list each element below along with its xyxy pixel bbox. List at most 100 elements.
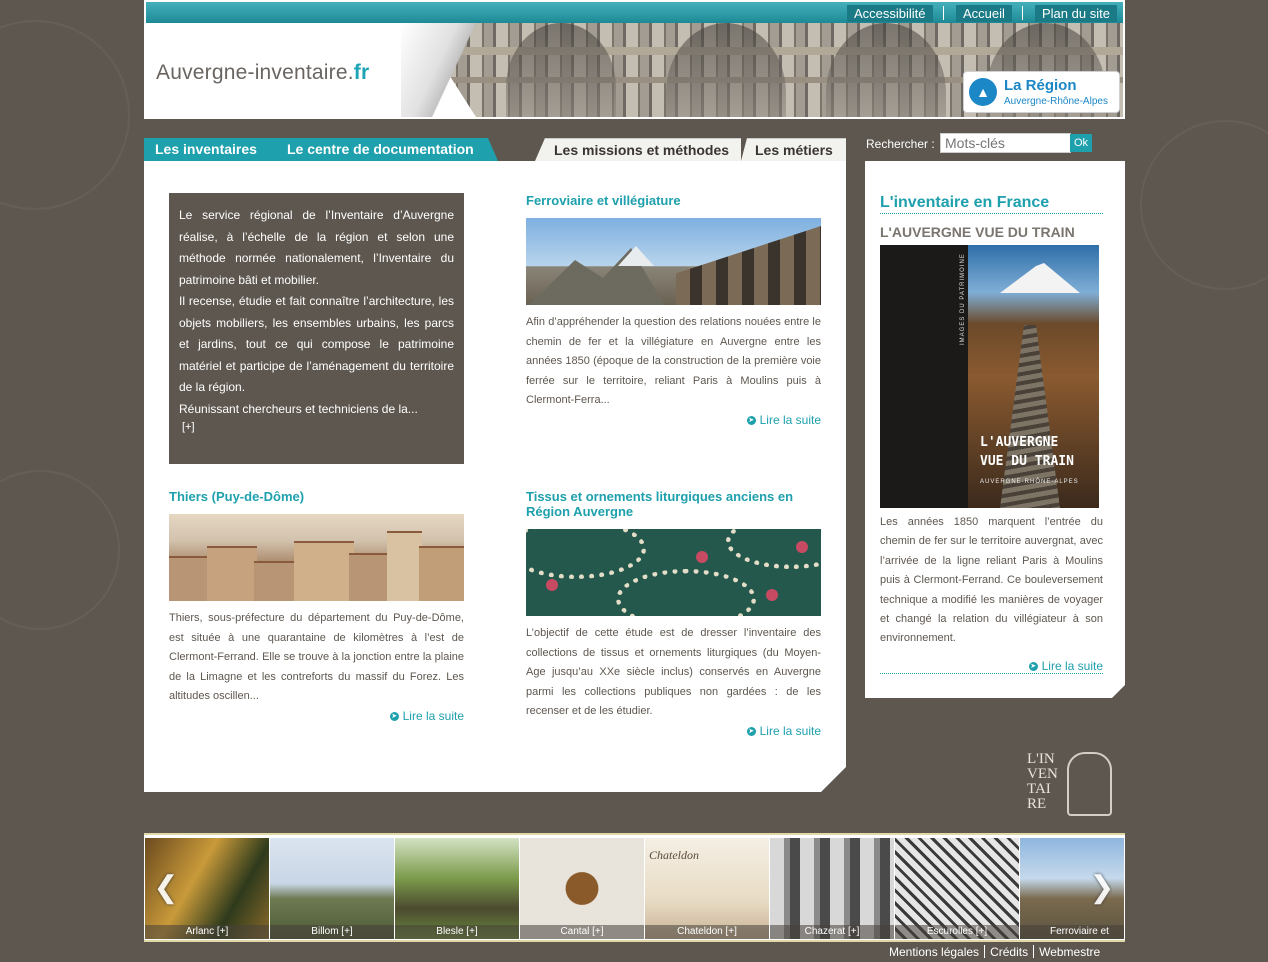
search-input[interactable]: [940, 133, 1071, 153]
carousel-caption: Escurolles [+]: [895, 925, 1019, 939]
image-snow: [618, 246, 654, 266]
article-image[interactable]: [526, 218, 821, 305]
arrow-right-icon: ➤: [389, 711, 399, 721]
carousel-image: [770, 838, 894, 939]
mountain-icon: ▲: [969, 78, 997, 106]
main-content: Le service régional de l’Inventaire d’Au…: [144, 161, 846, 792]
article-title[interactable]: Tissus et ornements liturgiques anciens …: [526, 489, 821, 519]
read-more-label: Lire la suite: [1041, 659, 1103, 673]
carousel-image: [270, 838, 394, 939]
image-building: [294, 541, 354, 601]
carousel-image-script: Chateldon: [649, 848, 699, 862]
search-label: Rechercher :: [866, 137, 935, 151]
article-summary: Thiers, sous-préfecture du département d…: [169, 612, 464, 702]
accessibility-link[interactable]: Accessibilité: [847, 5, 933, 22]
background-ornament: [1140, 120, 1268, 290]
carousel-item[interactable]: Chazerat [+]: [770, 838, 894, 939]
banner-arch: [826, 23, 946, 117]
carousel-strip: Arlanc [+] Billom [+] Blesle [+] Cantal …: [145, 838, 1124, 939]
banner-arch: [506, 23, 616, 117]
webmaster-link[interactable]: Webmestre: [1039, 945, 1100, 959]
article-thiers: Thiers (Puy-de-Dôme) Thiers, sous-préfec…: [169, 489, 464, 723]
footer-separator: [984, 945, 986, 958]
carousel-caption: Chazerat [+]: [770, 925, 894, 939]
region-logo-title: La Région: [1004, 77, 1077, 94]
footer-links: Mentions légales Crédits Webmestre: [889, 945, 1100, 959]
book-cover-image[interactable]: IMAGES DU PATRIMOINE L'AUVERGNE VUE DU T…: [880, 245, 1099, 508]
cover-title-line: VUE DU TRAIN: [980, 454, 1074, 469]
read-more-link[interactable]: ➤ Lire la suite: [169, 709, 464, 723]
emblem-figure: [1067, 752, 1112, 816]
carousel-caption: Chateldon [+]: [645, 925, 769, 939]
carousel-item[interactable]: Chateldon Chateldon [+]: [645, 838, 769, 939]
home-link[interactable]: Accueil: [956, 5, 1012, 22]
intro-more-link[interactable]: [+]: [179, 420, 454, 434]
banner-arch: [666, 23, 786, 117]
image-rose: [796, 541, 808, 553]
image-building: [254, 561, 299, 601]
image-rose: [546, 579, 558, 591]
read-more-link[interactable]: ➤ Lire la suite: [526, 724, 821, 738]
intro-paragraph: Réunissant chercheurs et techniciens de …: [179, 401, 418, 416]
background-ornament: [0, 20, 130, 210]
intro-paragraph: Il recense, étudie et fait connaître l’a…: [179, 294, 454, 394]
sitemap-link[interactable]: Plan du site: [1035, 5, 1117, 22]
carousel-image: [895, 838, 1019, 939]
top-bar: Accessibilité Accueil Plan du site: [146, 2, 1123, 23]
image-lace: [526, 529, 646, 579]
carousel-item[interactable]: Blesle [+]: [395, 838, 519, 939]
article-tissus: Tissus et ornements liturgiques anciens …: [526, 489, 821, 738]
image-building: [349, 553, 389, 601]
article-ferroviaire: Ferroviaire et villégiature Afin d’appré…: [526, 193, 821, 427]
cover-series-text: IMAGES DU PATRIMOINE: [960, 253, 966, 345]
sidebar: L'inventaire en France L'AUVERGNE VUE DU…: [865, 161, 1125, 698]
image-viaduct: [676, 226, 821, 305]
logo-page-curl: [401, 23, 481, 117]
carousel-next-icon[interactable]: ❯: [1087, 873, 1117, 903]
tab-metiers[interactable]: Les métiers: [741, 138, 846, 161]
arrow-right-icon: ➤: [746, 726, 756, 736]
arrow-right-icon: ➤: [746, 415, 756, 425]
image-rose: [766, 589, 778, 601]
search-button[interactable]: Ok: [1070, 134, 1092, 152]
read-more-link[interactable]: ➤ Lire la suite: [880, 659, 1103, 673]
site-logo-main: Auvergne-inventaire.: [156, 61, 354, 84]
carousel-image: [395, 838, 519, 939]
image-building: [387, 531, 422, 601]
carousel-caption: Blesle [+]: [395, 925, 519, 939]
legal-notice-link[interactable]: Mentions légales: [889, 945, 979, 959]
tab-missions-methodes[interactable]: Les missions et méthodes: [535, 138, 741, 161]
carousel-item[interactable]: Cantal [+]: [520, 838, 644, 939]
cover-subtitle: AUVERGNE-RHÔNE-ALPES: [980, 479, 1079, 485]
region-logo[interactable]: ▲ La Région Auvergne-Rhône-Alpes: [963, 71, 1120, 113]
credits-link[interactable]: Crédits: [990, 945, 1028, 959]
carousel-item[interactable]: Billom [+]: [270, 838, 394, 939]
image-rose: [696, 551, 708, 563]
header-banner-image: Auvergne-inventaire.fr ▲ La Région Auver…: [146, 23, 1123, 117]
carousel-item[interactable]: Escurolles [+]: [895, 838, 1019, 939]
carousel-image: [520, 838, 644, 939]
read-more-link[interactable]: ➤ Lire la suite: [526, 413, 821, 427]
article-title[interactable]: Thiers (Puy-de-Dôme): [169, 489, 464, 504]
sidebar-text: Les années 1850 marquent l’entrée du che…: [880, 516, 1103, 645]
footer-separator: [1033, 945, 1035, 958]
image-building: [207, 546, 257, 601]
article-image[interactable]: [169, 514, 464, 601]
tab-inventaires[interactable]: Les inventaires: [144, 138, 276, 161]
read-more-label: Lire la suite: [402, 708, 464, 723]
carousel-prev-icon[interactable]: ❮: [151, 873, 181, 903]
article-title[interactable]: Ferroviaire et villégiature: [526, 193, 821, 208]
arrow-right-icon: ➤: [1028, 662, 1038, 672]
intro-box: Le service régional de l’Inventaire d’Au…: [169, 193, 464, 464]
article-image[interactable]: [526, 529, 821, 616]
carousel-caption: Cantal [+]: [520, 925, 644, 939]
site-logo[interactable]: Auvergne-inventaire.fr: [156, 61, 369, 85]
tab-centre-documentation[interactable]: Le centre de documentation: [276, 138, 498, 161]
image-lace: [616, 569, 756, 616]
carousel-caption: Billom [+]: [270, 925, 394, 939]
image-building: [419, 546, 464, 601]
topbar-separator: [1022, 6, 1023, 20]
article-summary: L’objectif de cette étude est de dresser…: [526, 627, 821, 717]
site-logo-tld: fr: [353, 61, 370, 84]
sidebar-heading[interactable]: L'inventaire en France: [880, 194, 1103, 214]
